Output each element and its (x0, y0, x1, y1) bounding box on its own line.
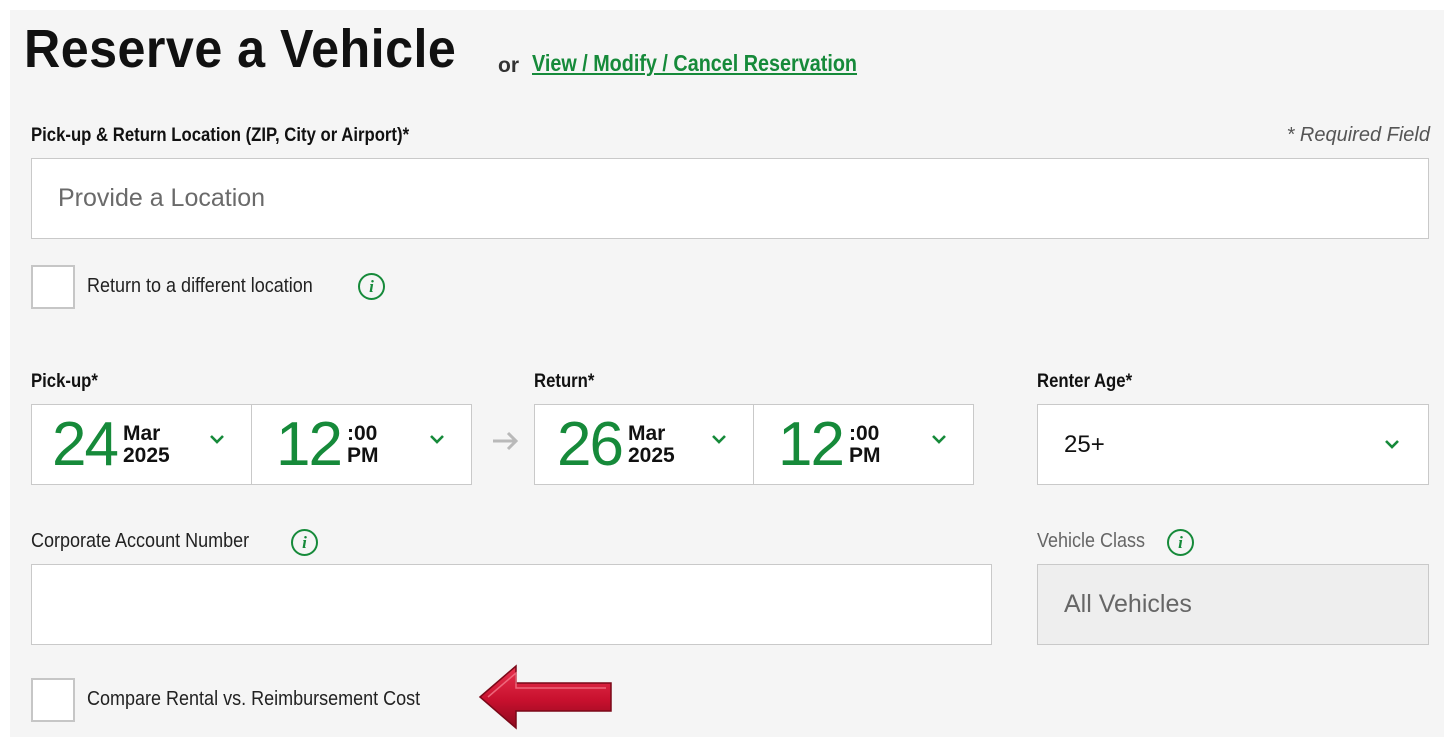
vehicle-class-select[interactable]: All Vehicles (1037, 564, 1429, 645)
pickup-minutes-ampm: :00 PM (346, 421, 379, 467)
compare-cost-label: Compare Rental vs. Reimbursement Cost (87, 688, 421, 710)
chevron-down-icon (1385, 440, 1399, 449)
or-separator: or (498, 54, 519, 77)
pickup-time-selector[interactable]: 12 :00 PM (251, 404, 472, 485)
return-day: 26 (557, 409, 624, 479)
return-hour: 12 (778, 409, 845, 479)
info-icon[interactable]: i (291, 529, 318, 556)
red-arrow-left-icon (478, 664, 612, 730)
renter-age-select[interactable]: 25+ (1037, 404, 1429, 485)
info-icon[interactable]: i (1167, 529, 1194, 556)
pickup-year: 2025 (122, 443, 170, 467)
return-date-selector[interactable]: 26 Mar 2025 (534, 404, 754, 485)
return-minutes-ampm: :00 PM (848, 421, 881, 467)
return-ampm: PM (848, 443, 881, 467)
renter-age-value: 25+ (1064, 430, 1105, 458)
pickup-hour: 12 (276, 409, 343, 479)
return-label: Return* (534, 371, 595, 392)
return-minutes: :00 (848, 421, 880, 445)
pickup-label: Pick-up* (31, 371, 98, 392)
return-month: Mar (627, 421, 666, 445)
view-modify-cancel-link[interactable]: View / Modify / Cancel Reservation (532, 50, 857, 77)
vehicle-class-value: All Vehicles (1064, 590, 1192, 618)
corporate-account-label: Corporate Account Number (31, 530, 250, 552)
return-time-selector[interactable]: 12 :00 PM (753, 404, 974, 485)
pickup-month: Mar (122, 421, 161, 445)
pickup-month-year: Mar 2025 (122, 421, 170, 467)
chevron-down-icon (932, 435, 946, 444)
info-icon[interactable]: i (358, 273, 385, 300)
corporate-account-input[interactable] (31, 564, 992, 645)
return-year: 2025 (627, 443, 675, 467)
page-title: Reserve a Vehicle (24, 19, 457, 79)
pickup-ampm: PM (346, 443, 379, 467)
return-month-year: Mar 2025 (627, 421, 675, 467)
pickup-day: 24 (52, 409, 119, 479)
different-return-label: Return to a different location (87, 275, 313, 297)
renter-age-label: Renter Age* (1037, 371, 1133, 392)
arrow-right-icon (493, 431, 519, 451)
chevron-down-icon (430, 435, 444, 444)
compare-cost-checkbox[interactable] (31, 678, 75, 722)
different-return-checkbox[interactable] (31, 265, 75, 309)
pickup-date-selector[interactable]: 24 Mar 2025 (31, 404, 252, 485)
vehicle-class-label: Vehicle Class (1037, 530, 1146, 552)
chevron-down-icon (210, 435, 224, 444)
location-label: Pick-up & Return Location (ZIP, City or … (31, 125, 410, 146)
required-field-note: * Required Field (1286, 124, 1430, 146)
chevron-down-icon (712, 435, 726, 444)
pickup-minutes: :00 (346, 421, 378, 445)
location-input[interactable] (31, 158, 1429, 239)
